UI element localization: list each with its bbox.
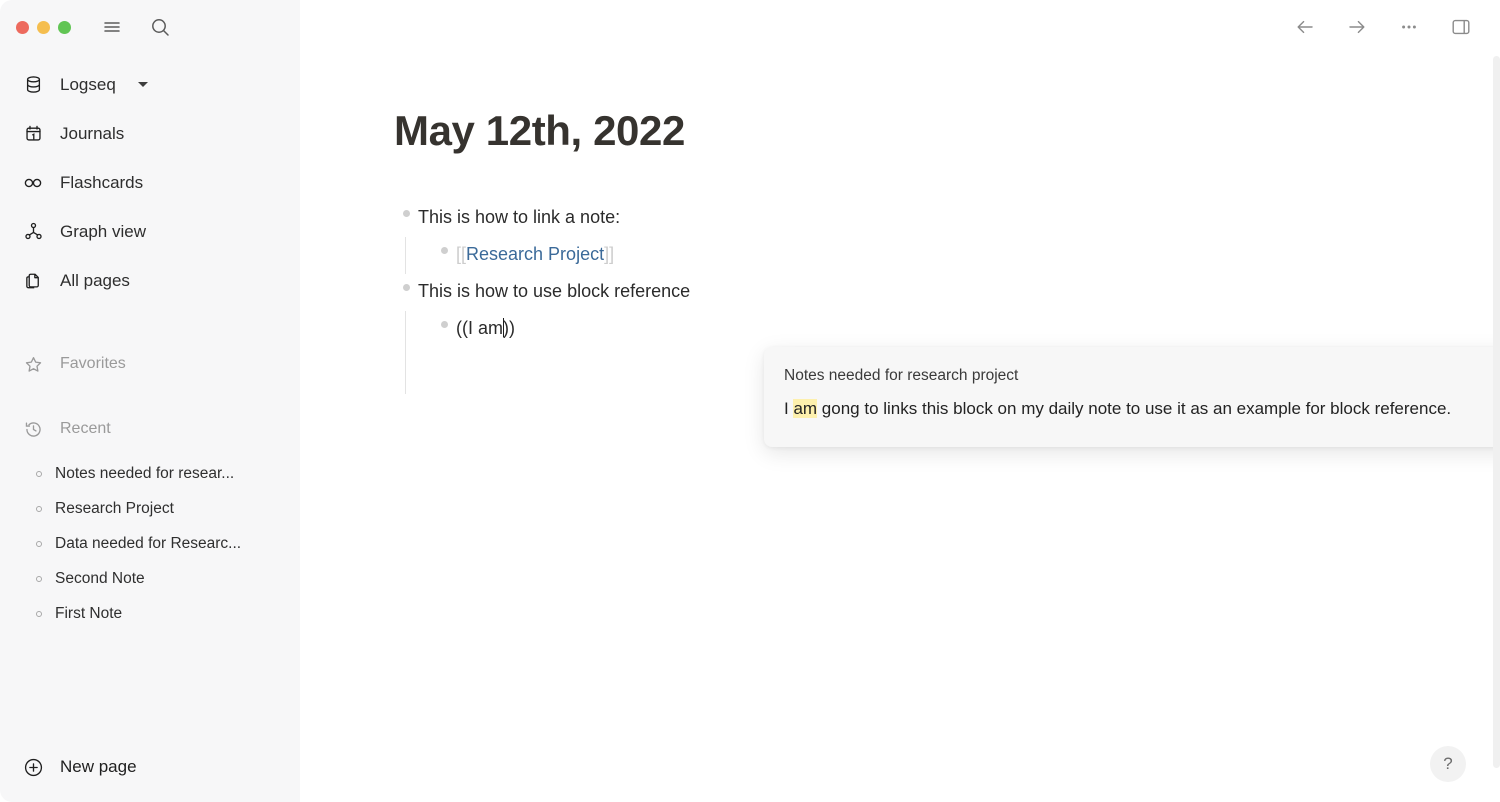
bullet-icon [36,540,42,547]
graph-name-label: Logseq [60,74,116,94]
window-title-bar [0,0,300,54]
recent-item[interactable]: Second Note [0,561,300,596]
right-sidebar-toggle-icon[interactable] [1448,14,1474,40]
sidebar-item-all-pages[interactable]: All pages [0,256,300,305]
autocomplete-option[interactable]: Notes needed for research project I am g… [784,367,1500,421]
traffic-lights [16,20,71,34]
close-window-button[interactable] [16,20,29,34]
sidebar-item-flashcards[interactable]: Flashcards [0,158,300,207]
recent-item[interactable]: Notes needed for resear... [0,456,300,491]
open-bracket: [[ [456,244,467,265]
recent-item-label: Notes needed for resear... [55,464,235,482]
autocomplete-option-block-text: I am gong to links this block on my dail… [784,398,1500,421]
bullet-handle[interactable] [432,311,456,329]
left-sidebar: Logseq Journals Flashcards Graph view Al… [0,0,300,802]
new-page-button[interactable]: New page [0,732,300,802]
block-guide-line [405,237,406,275]
bullet-icon [402,284,410,292]
graph-selector[interactable]: Logseq [0,60,300,109]
editor-text-before-caret: ((I am [456,318,503,339]
forward-arrow-icon[interactable] [1344,14,1370,40]
recent-label: Recent [60,420,111,437]
back-arrow-icon[interactable] [1292,14,1318,40]
block-content[interactable]: [[Research Project]] [456,237,614,267]
sidebar-item-label: Graph view [60,221,146,241]
sidebar-item-label: All pages [60,270,130,290]
bullet-icon [36,610,42,617]
recent-item[interactable]: First Note [0,596,300,631]
graph-node-icon [22,221,44,243]
child-blocks: ((I am)) [405,311,1500,395]
recent-section-header[interactable]: Recent [0,408,300,450]
favorites-label: Favorites [60,355,126,372]
sidebar-item-graph-view[interactable]: Graph view [0,207,300,256]
block-reference-autocomplete-popup: Notes needed for research project I am g… [764,347,1500,447]
help-label: ? [1443,754,1453,773]
new-page-label: New page [60,757,137,776]
top-toolbar [1292,0,1500,54]
block-content[interactable]: This is how to link a note: [418,200,620,230]
recent-item-label: Data needed for Researc... [55,534,242,552]
autocomplete-option-page-title: Notes needed for research project [784,367,1019,384]
ellipsis-icon[interactable] [1396,14,1422,40]
block-guide-line [405,311,406,395]
bullet-handle[interactable] [432,237,456,255]
chevron-down-icon[interactable] [137,82,148,87]
recent-items-list: Notes needed for resear... Research Proj… [0,456,300,631]
main-content-area: May 12th, 2022 This is how to link a not… [300,0,1500,802]
recent-item[interactable]: Research Project [0,491,300,526]
recent-item-label: Research Project [55,499,174,517]
favorites-section-header[interactable]: Favorites [0,343,300,385]
bullet-icon [36,470,42,477]
page-reference-link[interactable]: Research Project [466,244,604,264]
match-text-after: gong to links this block on my daily not… [817,399,1452,418]
infinity-icon [22,172,44,194]
block: This is how to link a note: [[Research P… [394,200,1500,275]
maximize-window-button[interactable] [58,20,71,34]
hamburger-icon[interactable] [97,12,127,42]
calendar-icon [22,123,44,145]
recent-item-label: First Note [55,604,123,622]
bullet-icon [36,505,42,512]
plus-circle-icon [22,756,44,778]
match-highlight: am [793,399,818,418]
bullet-icon [402,210,410,218]
block-editor-input[interactable]: ((I am)) [456,311,515,341]
sidebar-item-label: Flashcards [60,172,144,192]
block-row[interactable]: This is how to link a note: [394,200,1500,237]
recent-item[interactable]: Data needed for Researc... [0,526,300,561]
bullet-handle[interactable] [394,200,418,218]
block-content[interactable]: This is how to use block reference [418,274,690,304]
documents-icon [22,270,44,292]
star-icon [22,353,44,375]
journal-document: May 12th, 2022 This is how to link a not… [300,107,1500,395]
help-button[interactable]: ? [1430,746,1466,782]
minimize-window-button[interactable] [37,20,50,34]
editor-text-after-caret: )) [503,318,515,339]
sidebar-nav: Logseq Journals Flashcards Graph view Al… [0,54,300,305]
sidebar-item-label: Journals [60,123,125,143]
block-row[interactable]: This is how to use block reference [394,274,1500,311]
bullet-handle[interactable] [394,274,418,292]
search-icon[interactable] [145,12,175,42]
block-list: This is how to link a note: [[Research P… [394,200,1500,395]
close-bracket: ]] [604,244,615,265]
logseq-app-window: Logseq Journals Flashcards Graph view Al… [0,0,1500,802]
bullet-icon [440,321,448,329]
bullet-icon [440,247,448,255]
bullet-icon [36,575,42,582]
database-icon [22,74,44,96]
block-row[interactable]: [[Research Project]] [432,237,1500,274]
history-clock-icon [22,418,44,440]
recent-item-label: Second Note [55,569,145,587]
block-row[interactable]: ((I am)) [432,311,1500,348]
page-title: May 12th, 2022 [394,107,685,154]
sidebar-item-journals[interactable]: Journals [0,109,300,158]
child-blocks: [[Research Project]] [405,237,1500,275]
block: This is how to use block reference ((I a… [394,274,1500,395]
vertical-scrollbar[interactable] [1493,56,1500,768]
